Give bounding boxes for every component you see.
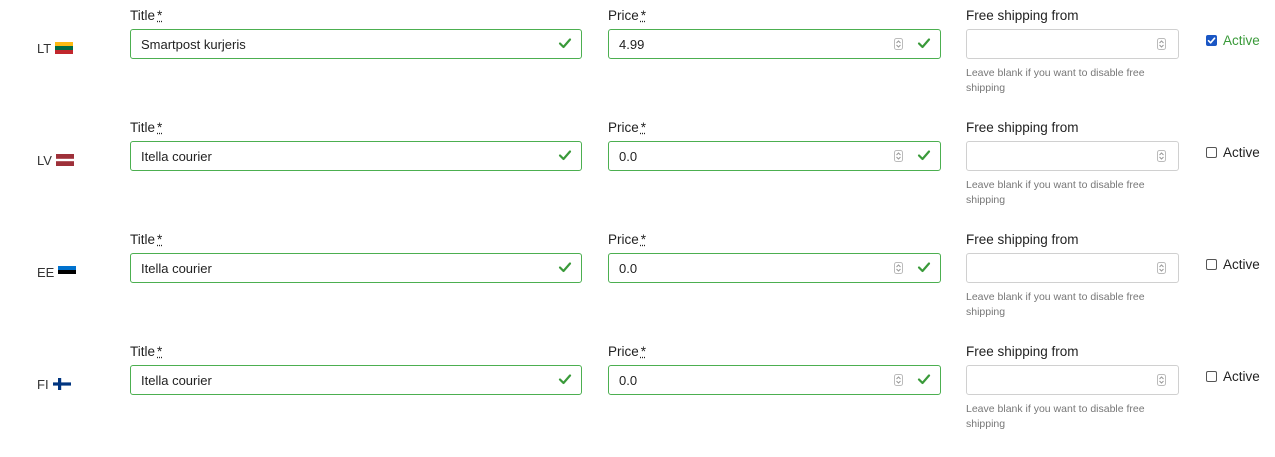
spinner-icon[interactable] (894, 150, 903, 162)
required-mark: * (157, 8, 163, 23)
free-shipping-label: Free shipping from (966, 344, 1079, 359)
lithuania-flag (55, 42, 74, 54)
country-label: LT (37, 40, 74, 56)
required-mark: * (640, 232, 647, 247)
check-icon (917, 374, 931, 385)
free-shipping-field[interactable] (966, 253, 1179, 283)
latvia-flag (55, 154, 74, 166)
shipping-row-lv: LV Title* Price* Free shipping from Leav… (0, 120, 1275, 233)
active-checkbox[interactable] (1206, 259, 1217, 270)
price-field[interactable] (608, 365, 941, 395)
active-toggle[interactable]: Active (1206, 257, 1260, 272)
check-icon (917, 262, 931, 273)
active-checkbox[interactable] (1206, 371, 1217, 382)
check-icon (558, 150, 572, 161)
country-label: EE (37, 264, 77, 280)
active-label: Active (1223, 33, 1260, 48)
check-icon (558, 374, 572, 385)
country-code: LV (37, 152, 52, 168)
country-code: FI (37, 376, 49, 392)
required-mark: * (640, 344, 647, 359)
free-shipping-input[interactable] (967, 30, 1178, 58)
price-label: Price * (608, 8, 647, 23)
price-label: Price * (608, 120, 647, 135)
active-label: Active (1223, 145, 1260, 160)
spinner-icon[interactable] (1157, 150, 1166, 162)
title-label: Title * (130, 120, 163, 135)
title-input[interactable] (131, 254, 581, 282)
price-input[interactable] (609, 366, 940, 394)
title-input[interactable] (131, 30, 581, 58)
check-icon (558, 38, 572, 49)
check-icon (917, 38, 931, 49)
spinner-icon[interactable] (1157, 374, 1166, 386)
price-label: Price * (608, 344, 647, 359)
spinner-icon[interactable] (1157, 38, 1166, 50)
free-shipping-field[interactable] (966, 29, 1179, 59)
required-mark: * (157, 344, 163, 359)
active-toggle[interactable]: Active (1206, 145, 1260, 160)
title-label: Title * (130, 8, 163, 23)
title-field[interactable] (130, 141, 582, 171)
spinner-icon[interactable] (894, 38, 903, 50)
required-mark: * (640, 120, 647, 135)
spinner-icon[interactable] (1157, 262, 1166, 274)
price-field[interactable] (608, 141, 941, 171)
free-shipping-input[interactable] (967, 254, 1178, 282)
title-label: Title * (130, 232, 163, 247)
free-shipping-hint: Leave blank if you want to disable free … (966, 67, 1145, 94)
title-field[interactable] (130, 253, 582, 283)
active-label: Active (1223, 257, 1260, 272)
title-label: Title * (130, 344, 163, 359)
estonia-flag (58, 266, 77, 278)
free-shipping-label: Free shipping from (966, 8, 1079, 23)
free-shipping-hint: Leave blank if you want to disable free … (966, 291, 1145, 318)
spinner-icon[interactable] (894, 262, 903, 274)
finland-flag (52, 378, 71, 390)
price-field[interactable] (608, 253, 941, 283)
free-shipping-label: Free shipping from (966, 232, 1079, 247)
spinner-icon[interactable] (894, 374, 903, 386)
active-toggle[interactable]: Active (1206, 33, 1260, 48)
active-toggle[interactable]: Active (1206, 369, 1260, 384)
free-shipping-hint: Leave blank if you want to disable free … (966, 403, 1145, 430)
check-icon (917, 150, 931, 161)
country-label: LV (37, 152, 74, 168)
title-input[interactable] (131, 142, 581, 170)
required-mark: * (157, 120, 163, 135)
free-shipping-hint: Leave blank if you want to disable free … (966, 179, 1145, 206)
price-input[interactable] (609, 30, 940, 58)
price-input[interactable] (609, 254, 940, 282)
free-shipping-input[interactable] (967, 366, 1178, 394)
active-label: Active (1223, 369, 1260, 384)
shipping-row-lt: LT Title* Price* Free shipping from Leav… (0, 8, 1275, 121)
free-shipping-label: Free shipping from (966, 120, 1079, 135)
title-input[interactable] (131, 366, 581, 394)
required-mark: * (640, 8, 647, 23)
country-code: EE (37, 264, 55, 280)
free-shipping-field[interactable] (966, 141, 1179, 171)
active-checkbox[interactable] (1206, 147, 1217, 158)
shipping-row-fi: FI Title* Price* Free shipping from Leav… (0, 344, 1275, 457)
title-field[interactable] (130, 29, 582, 59)
price-field[interactable] (608, 29, 941, 59)
active-checkbox[interactable] (1206, 35, 1217, 46)
country-code: LT (37, 40, 52, 56)
free-shipping-input[interactable] (967, 142, 1178, 170)
country-label: FI (37, 376, 71, 392)
check-icon (558, 262, 572, 273)
shipping-row-ee: EE Title* Price* Free shipping from Leav… (0, 232, 1275, 345)
title-field[interactable] (130, 365, 582, 395)
price-label: Price * (608, 232, 647, 247)
price-input[interactable] (609, 142, 940, 170)
required-mark: * (157, 232, 163, 247)
free-shipping-field[interactable] (966, 365, 1179, 395)
